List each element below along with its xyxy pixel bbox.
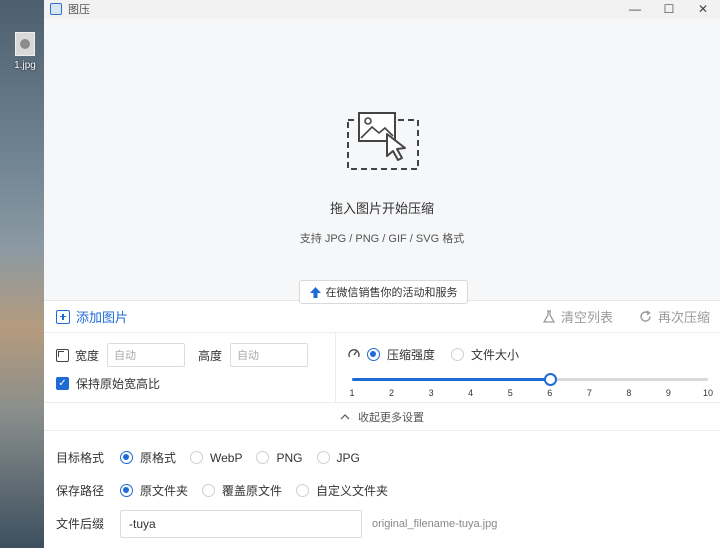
drop-image-icon (347, 112, 419, 170)
path-overwrite-label: 覆盖原文件 (222, 484, 283, 498)
path-label: 保存路径 (56, 484, 105, 498)
width-label: 宽度 (75, 348, 100, 363)
mode-quality-option[interactable]: 压缩强度 (367, 346, 435, 363)
slider-tick: 5 (507, 388, 513, 398)
radio-path-original[interactable] (120, 484, 133, 497)
desktop-file-label: 1.jpg (14, 60, 36, 71)
format-original-label: 原格式 (140, 451, 177, 465)
recompress-label: 再次压缩 (657, 310, 710, 325)
format-option-original[interactable]: 原格式 (120, 449, 176, 466)
upload-arrow-icon (309, 286, 321, 298)
toolbar: 添加图片 清空列表 再次压缩 (44, 301, 720, 333)
clear-list-label: 清空列表 (560, 310, 613, 325)
slider-thumb[interactable] (543, 373, 557, 386)
flask-icon (542, 310, 555, 323)
refresh-icon (640, 310, 651, 322)
add-image-button[interactable]: 添加图片 (56, 307, 128, 326)
plus-icon (56, 309, 70, 324)
path-option-overwrite[interactable]: 覆盖原文件 (202, 482, 282, 499)
check-icon: ✓ (56, 377, 69, 390)
drop-zone-subtitle: 支持 JPG / PNG / GIF / SVG 格式 (299, 233, 465, 245)
height-input[interactable]: 自动 (230, 343, 309, 367)
promo-label: 在微信销售你的活动和服务 (325, 287, 458, 299)
path-original-label: 原文件夹 (140, 484, 189, 498)
format-label: 目标格式 (56, 451, 105, 465)
compression-slider[interactable] (352, 373, 708, 386)
app-icon (50, 2, 62, 15)
radio-path-overwrite[interactable] (202, 484, 216, 497)
mode-size-option[interactable]: 文件大小 (451, 346, 519, 363)
radio-format-png[interactable] (256, 451, 270, 464)
slider-tick: 9 (665, 388, 671, 398)
window-title: 图压 (68, 3, 90, 16)
mode-quality-label: 压缩强度 (387, 347, 436, 362)
compression-panel: 压缩强度 文件大小 1 2 3 4 5 6 7 8 9 10 (336, 333, 720, 402)
format-webp-label: WebP (210, 450, 243, 465)
advanced-settings: 目标格式 原格式 WebP PNG JPG 保存路径 原文件夹 覆盖原文件 自定… (44, 431, 720, 540)
slider-tick: 10 (702, 388, 714, 398)
radio-format-original[interactable] (120, 451, 133, 464)
slider-tick: 3 (428, 388, 434, 398)
radio-path-custom[interactable] (296, 484, 310, 497)
close-button[interactable]: ✕ (686, 0, 720, 17)
width-input[interactable]: 自动 (107, 343, 186, 367)
radio-quality[interactable] (367, 347, 380, 361)
slider-tick: 7 (586, 388, 592, 398)
desktop: 1.jpg (0, 0, 44, 548)
window-controls: — ☐ ✕ (618, 0, 720, 17)
resize-icon (56, 348, 69, 362)
format-option-webp[interactable]: WebP (190, 451, 242, 465)
radio-format-jpg[interactable] (316, 451, 330, 464)
path-row: 保存路径 原文件夹 覆盖原文件 自定义文件夹 (56, 474, 720, 507)
chevron-up-icon (340, 413, 350, 419)
slider-fill (352, 378, 550, 381)
slider-tick: 6 (547, 388, 553, 398)
path-custom-label: 自定义文件夹 (316, 484, 389, 498)
slider-tick: 2 (389, 388, 395, 398)
size-panel: 宽度 自动 高度 自动 ✓ 保持原始宽高比 (44, 333, 336, 402)
promo-button[interactable]: 在微信销售你的活动和服务 (299, 280, 468, 304)
slider-tick: 4 (468, 388, 474, 398)
drop-zone[interactable]: 拖入图片开始压缩 支持 JPG / PNG / GIF / SVG 格式 在微信… (44, 18, 720, 304)
height-label: 高度 (198, 348, 223, 363)
format-jpg-label: JPG (336, 450, 360, 465)
collapse-label: 收起更多设置 (358, 411, 424, 424)
keep-ratio-checkbox[interactable]: ✓ 保持原始宽高比 (56, 375, 335, 392)
image-file-icon (15, 32, 35, 56)
maximize-button[interactable]: ☐ (652, 0, 686, 17)
suffix-input[interactable]: -tuya (120, 509, 362, 538)
format-option-png[interactable]: PNG (256, 450, 303, 465)
slider-tick: 8 (626, 388, 632, 398)
minimize-button[interactable]: — (618, 0, 652, 17)
suffix-row: 文件后缀 -tuya original_filename-tuya.jpg (56, 507, 720, 540)
title-bar: 图压 — ☐ ✕ (44, 0, 720, 18)
gauge-icon (348, 349, 360, 358)
suffix-label: 文件后缀 (56, 517, 105, 531)
mode-size-label: 文件大小 (471, 347, 520, 362)
radio-size[interactable] (451, 347, 465, 361)
path-option-custom[interactable]: 自定义文件夹 (296, 482, 388, 499)
add-image-label: 添加图片 (76, 310, 129, 325)
desktop-file[interactable]: 1.jpg (8, 32, 42, 71)
suffix-preview: original_filename-tuya.jpg (372, 517, 498, 530)
format-png-label: PNG (276, 450, 303, 465)
keep-ratio-label: 保持原始宽高比 (76, 377, 161, 391)
drop-zone-title: 拖入图片开始压缩 (329, 201, 434, 216)
slider-tick: 1 (349, 388, 355, 398)
radio-format-webp[interactable] (190, 451, 204, 464)
slider-ticks: 1 2 3 4 5 6 7 8 9 10 (349, 388, 713, 400)
path-option-original[interactable]: 原文件夹 (120, 482, 188, 499)
format-row: 目标格式 原格式 WebP PNG JPG (56, 441, 720, 474)
app-window: 图压 — ☐ ✕ 拖入图片开始压缩 支持 JPG / PNG / GIF / S… (44, 0, 720, 548)
format-option-jpg[interactable]: JPG (316, 450, 360, 465)
recompress-button[interactable]: 再次压缩 (639, 307, 710, 326)
clear-list-button[interactable]: 清空列表 (542, 307, 613, 326)
collapse-settings-toggle[interactable]: 收起更多设置 (44, 403, 720, 431)
settings-panel: 宽度 自动 高度 自动 ✓ 保持原始宽高比 压缩强度 文件大小 1 2 3 4 … (44, 333, 720, 403)
